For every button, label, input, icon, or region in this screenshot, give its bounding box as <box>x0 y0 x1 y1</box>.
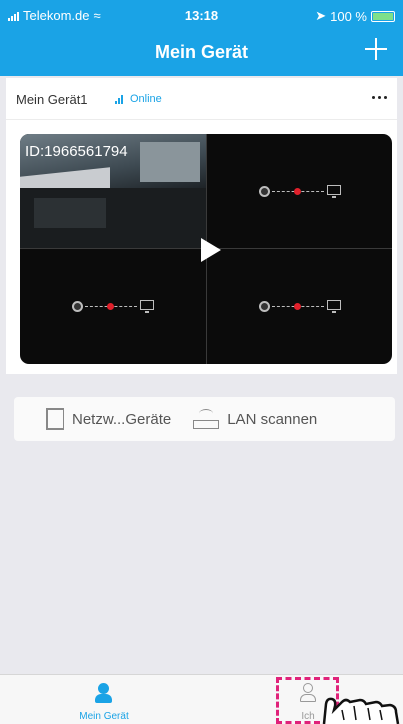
channel-offline <box>20 249 206 364</box>
action-bar: Netzw...Geräte LAN scannen <box>14 397 395 441</box>
signal-icon <box>115 95 123 104</box>
channel-offline <box>207 249 392 364</box>
battery-percent: 100 % <box>330 8 367 24</box>
network-devices-button[interactable]: Netzw...Geräte <box>46 408 171 430</box>
add-device-button[interactable] <box>363 36 389 62</box>
router-icon <box>193 409 220 429</box>
network-devices-label: Netzw...Geräte <box>72 410 172 428</box>
device-name: Mein Gerät1 <box>16 92 88 107</box>
status-right: ➤ 100 % <box>315 8 395 24</box>
play-icon[interactable] <box>201 238 221 262</box>
tablet-icon <box>46 408 64 430</box>
lan-scan-button[interactable]: LAN scannen <box>193 409 317 429</box>
tab-label: Ich <box>301 711 315 722</box>
connection-icon <box>259 184 341 199</box>
device-header: Mein Gerät1 Online <box>6 78 397 120</box>
camera-id: ID:1966561794 <box>25 143 128 160</box>
tab-me[interactable]: Ich <box>248 675 368 724</box>
user-icon <box>95 683 112 703</box>
battery-icon <box>371 10 395 22</box>
tab-bar: Mein Gerät Ich <box>0 674 403 724</box>
lan-scan-label: LAN scannen <box>227 410 318 428</box>
tab-my-device[interactable]: Mein Gerät <box>44 675 164 724</box>
location-icon: ➤ <box>315 8 327 23</box>
connection-icon <box>72 299 154 314</box>
status-bar: Telekom.de ≈ 13:18 ➤ 100 % <box>0 0 403 28</box>
user-outline-icon <box>300 683 316 703</box>
online-status: Online <box>130 93 162 105</box>
channel-offline <box>207 134 392 249</box>
connection-icon <box>259 299 341 314</box>
camera-preview[interactable]: ID:1966561794 <box>20 134 392 364</box>
app-header: Telekom.de ≈ 13:18 ➤ 100 % Mein Gerät <box>0 0 403 76</box>
tab-label: Mein Gerät <box>79 711 129 722</box>
device-card: Mein Gerät1 Online ID:1966561794 <box>6 78 397 374</box>
more-options-icon[interactable] <box>372 96 387 99</box>
page-title: Mein Gerät <box>154 42 249 62</box>
